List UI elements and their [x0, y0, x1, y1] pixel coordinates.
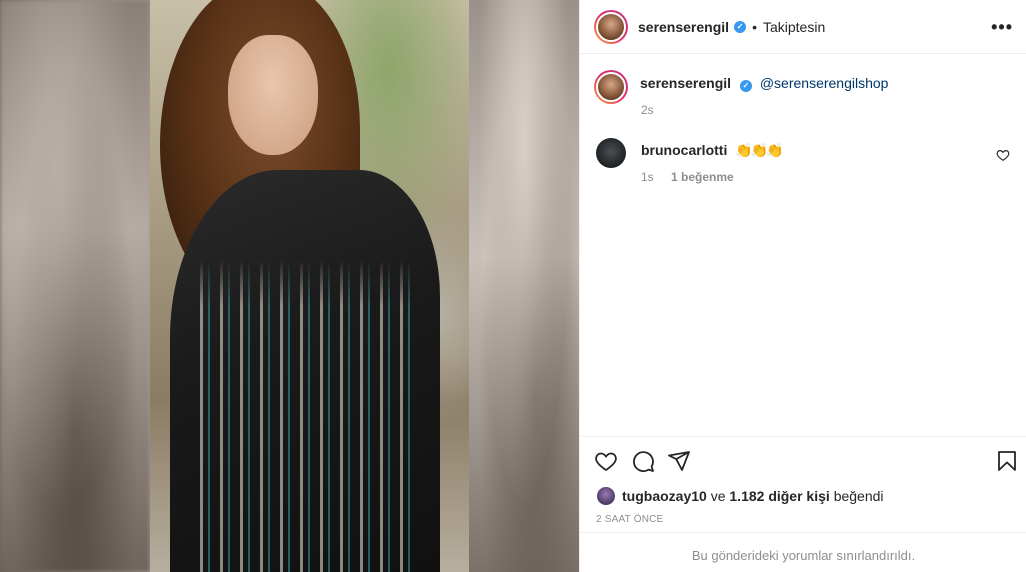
comment-meta: 1s 1 beğenme [641, 170, 734, 184]
caption-time[interactable]: 2s [641, 103, 654, 117]
comments-limited-notice: Bu gönderideki yorumlar sınırlandırıldı. [580, 532, 1026, 572]
likes-others-link[interactable]: 1.182 diğer kişi [729, 488, 829, 504]
separator-dot: • [752, 18, 757, 35]
comment-emoji: 👏👏👏 [735, 142, 783, 158]
likes-text: tugbaozay10 ve 1.182 diğer kişi beğendi [622, 488, 884, 504]
comments-section: serenserengil ✓ @serenserengilshop 2s br… [580, 54, 1026, 435]
comment-text: brunocarlotti 👏👏👏 [641, 142, 784, 159]
author-avatar[interactable] [594, 9, 628, 44]
heart-icon[interactable] [594, 449, 618, 473]
verified-icon: ✓ [734, 20, 747, 33]
post-timestamp[interactable]: 2 SAAT ÖNCE [596, 514, 663, 525]
comment-icon[interactable] [631, 449, 655, 473]
likes-summary: tugbaozay10 ve 1.182 diğer kişi beğendi [596, 486, 884, 506]
follow-status[interactable]: Takiptesin [763, 19, 825, 35]
photo-main [150, 0, 469, 572]
more-icon[interactable]: ••• [991, 18, 1013, 36]
post-photo[interactable] [0, 0, 579, 572]
caption-avatar[interactable] [594, 70, 628, 104]
caption-mention-link[interactable]: @serenserengilshop [760, 75, 889, 91]
caption-avatar-image [596, 72, 626, 102]
photo-blur-right [469, 0, 579, 572]
likes-suffix: beğendi [833, 488, 884, 504]
comment-likes[interactable]: 1 beğenme [671, 170, 734, 184]
likes-connector: ve [710, 488, 726, 504]
caption-username[interactable]: serenserengil [640, 75, 731, 91]
share-icon[interactable] [667, 449, 691, 473]
author-username[interactable]: serenserengil [638, 19, 729, 35]
action-bar [580, 436, 1026, 484]
liker-username[interactable]: tugbaozay10 [622, 488, 707, 504]
photo-blur-left [0, 0, 150, 572]
comment-time[interactable]: 1s [641, 170, 654, 184]
caption-text: serenserengil ✓ @serenserengilshop [640, 75, 888, 104]
post-header: serenserengil ✓ • Takiptesin ••• [580, 0, 1026, 54]
liker-avatar[interactable] [596, 486, 616, 506]
author-avatar-image [596, 11, 626, 42]
commenter-avatar[interactable] [596, 138, 626, 168]
commenter-username[interactable]: brunocarlotti [641, 142, 727, 158]
bookmark-icon[interactable] [995, 449, 1019, 473]
caption: serenserengil ✓ @serenserengilshop [594, 70, 888, 104]
photo-fringe [190, 260, 420, 572]
post-sidebar: serenserengil ✓ • Takiptesin ••• serense… [579, 0, 1026, 572]
verified-icon: ✓ [739, 80, 752, 92]
photo-face [228, 35, 318, 155]
comment-heart-icon[interactable] [996, 148, 1010, 162]
